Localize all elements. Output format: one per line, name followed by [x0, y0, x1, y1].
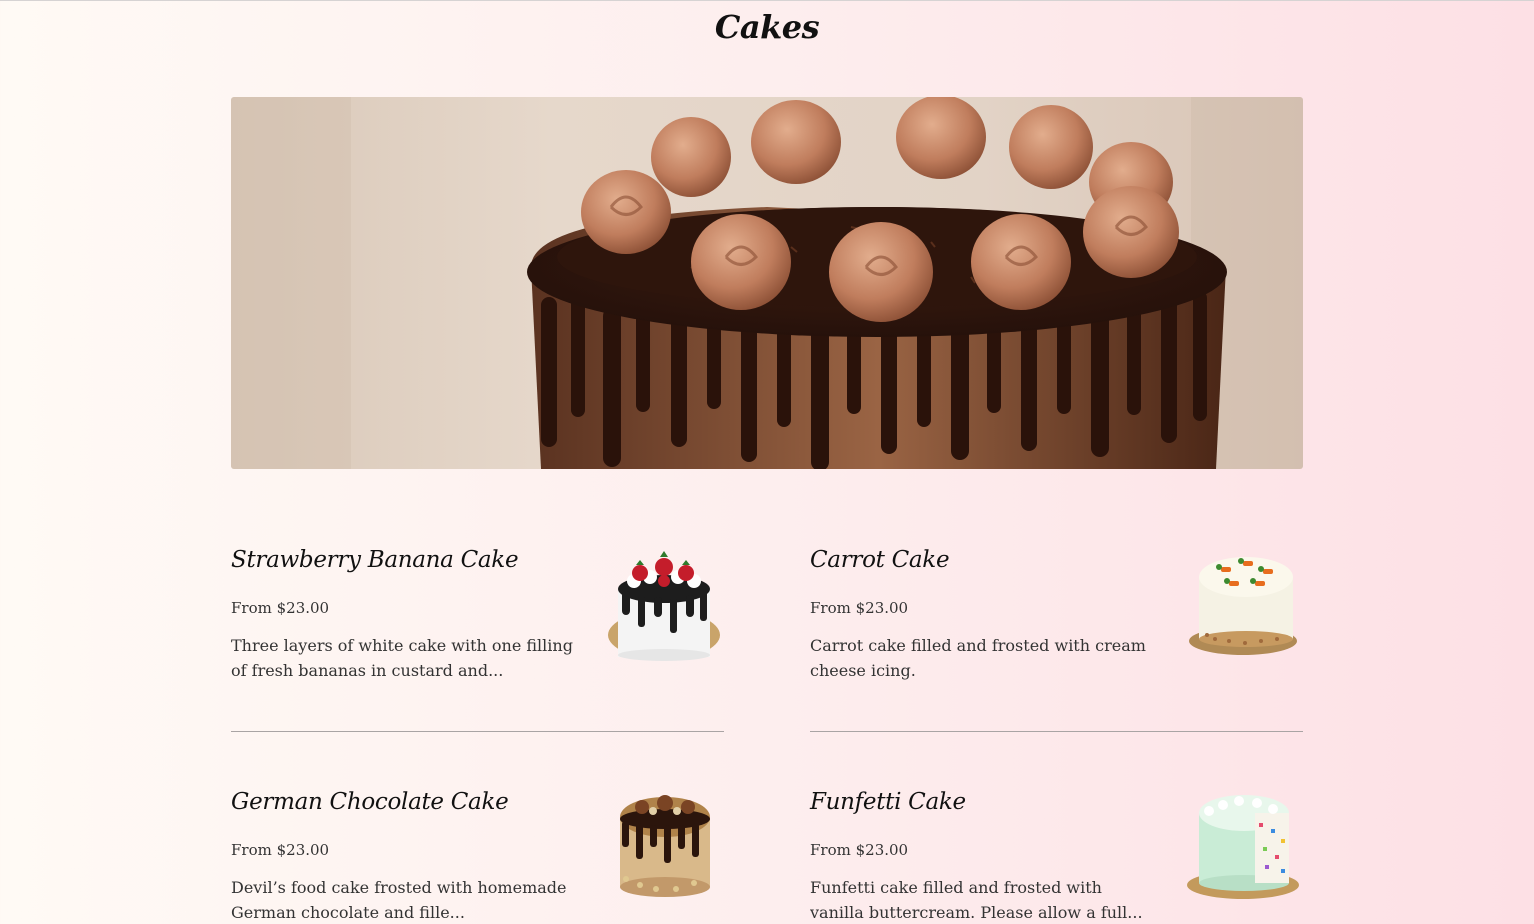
item-price: From $23.00: [810, 599, 909, 617]
german-chocolate-cake-thumbnail-icon: [620, 795, 710, 897]
top-border: [0, 0, 1534, 1]
hero-image: [231, 97, 1303, 469]
strawberry-banana-cake-thumbnail-icon: [608, 551, 720, 661]
item-title[interactable]: Carrot Cake: [810, 547, 950, 573]
item-price: From $23.00: [810, 841, 909, 859]
menu-item[interactable]: Carrot Cake From $23.00 Carrot cake fill…: [810, 547, 1303, 717]
item-title[interactable]: Funfetti Cake: [810, 789, 966, 815]
chocolate-cake-photo-icon: [231, 97, 1303, 469]
item-description: Carrot cake filled and frosted with crea…: [810, 636, 1146, 680]
carrot-cake-thumbnail-icon: [1189, 557, 1297, 655]
item-title[interactable]: Strawberry Banana Cake: [231, 547, 519, 573]
item-title[interactable]: German Chocolate Cake: [231, 789, 509, 815]
item-thumbnail[interactable]: [1185, 789, 1303, 907]
divider: [810, 731, 1303, 732]
item-thumbnail[interactable]: [606, 547, 724, 665]
page-title: Cakes: [714, 8, 820, 46]
item-price: From $23.00: [231, 599, 330, 617]
menu-item[interactable]: Funfetti Cake From $23.00 Funfetti cake …: [810, 789, 1303, 924]
item-price: From $23.00: [231, 841, 330, 859]
funfetti-cake-thumbnail-icon: [1187, 795, 1299, 899]
item-description: Funfetti cake filled and frosted with va…: [810, 878, 1143, 922]
item-description: Three layers of white cake with one fill…: [231, 636, 573, 680]
menu-item[interactable]: German Chocolate Cake From $23.00 Devil’…: [231, 789, 724, 924]
item-thumbnail[interactable]: [1185, 547, 1303, 665]
divider: [231, 731, 724, 732]
menu-item[interactable]: Strawberry Banana Cake From $23.00 Three…: [231, 547, 724, 717]
item-thumbnail[interactable]: [606, 789, 724, 907]
item-description: Devil’s food cake frosted with homemade …: [231, 878, 567, 922]
